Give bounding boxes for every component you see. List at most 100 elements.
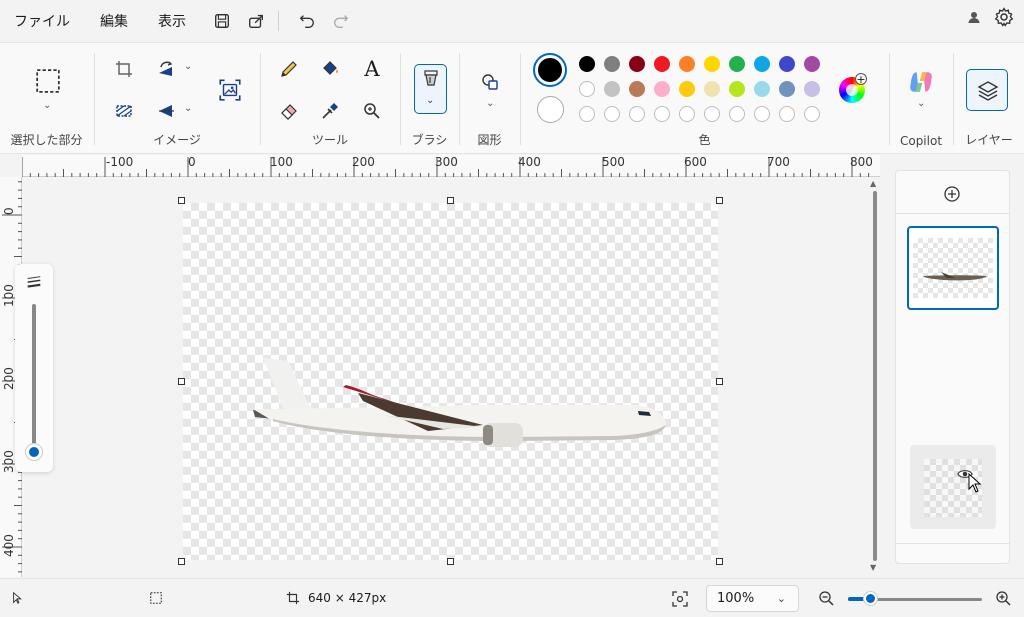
- slider-thumb[interactable]: [26, 444, 42, 460]
- eraser-icon: [281, 104, 297, 120]
- edit-colors-button[interactable]: +: [839, 73, 867, 103]
- secondary-color-button[interactable]: [537, 96, 564, 123]
- settings-icon[interactable]: [994, 7, 1014, 27]
- brush-button[interactable]: ⌄: [414, 64, 447, 114]
- custom-color-slot[interactable]: [654, 106, 670, 122]
- resize-handle-top[interactable]: [447, 197, 454, 204]
- scroll-down-arrow[interactable]: ▼: [870, 563, 876, 572]
- custom-color-slot[interactable]: [754, 106, 770, 122]
- custom-color-slot[interactable]: [579, 106, 595, 122]
- chevron-down-icon[interactable]: ⌄: [43, 100, 51, 111]
- custom-color-slot[interactable]: [804, 106, 820, 122]
- custom-color-slot[interactable]: [729, 106, 745, 122]
- color-swatch[interactable]: [754, 56, 770, 72]
- color-swatch[interactable]: [654, 56, 670, 72]
- resize-handle-left[interactable]: [178, 378, 185, 385]
- copilot-button[interactable]: [906, 67, 936, 97]
- image-creator-button[interactable]: [213, 73, 247, 107]
- custom-color-slot[interactable]: [779, 106, 795, 122]
- color-swatch[interactable]: [579, 56, 595, 72]
- color-swatch[interactable]: [629, 81, 645, 97]
- menu-edit[interactable]: 編集: [100, 11, 128, 31]
- undo-button[interactable]: [293, 7, 321, 35]
- magnifier-icon: [364, 103, 380, 119]
- color-swatch[interactable]: [804, 56, 820, 72]
- color-swatch[interactable]: [629, 56, 645, 72]
- layer-thumbnail-selected[interactable]: [907, 226, 999, 310]
- color-swatch[interactable]: [679, 56, 695, 72]
- chevron-down-icon: ⌄: [426, 95, 435, 106]
- chevron-down-icon[interactable]: ⌄: [917, 98, 925, 109]
- zoom-in-icon[interactable]: [995, 590, 1011, 606]
- fill-button[interactable]: [315, 54, 345, 84]
- custom-color-slot[interactable]: [604, 106, 620, 122]
- save-button[interactable]: [208, 7, 236, 35]
- resize-handle-right[interactable]: [716, 378, 723, 385]
- brush-size-icon: [27, 276, 41, 288]
- image-canvas[interactable]: [183, 203, 718, 560]
- resize-handle-top-left[interactable]: [178, 197, 185, 204]
- scroll-up-arrow[interactable]: ▲: [870, 179, 876, 188]
- color-swatch[interactable]: [704, 81, 720, 97]
- flip-button[interactable]: [151, 96, 181, 126]
- resize-handle-top-right[interactable]: [716, 197, 723, 204]
- vertical-scrollbar[interactable]: ▲ ▼: [870, 177, 880, 577]
- resize-handle-bottom[interactable]: [447, 558, 454, 565]
- background-layer-thumbnail[interactable]: [910, 445, 996, 529]
- magnifier-button[interactable]: [357, 96, 387, 126]
- color-swatch[interactable]: [679, 81, 695, 97]
- resize-handle-bottom-right[interactable]: [716, 558, 723, 565]
- resize-button[interactable]: [109, 96, 139, 126]
- paint-bucket-icon: [323, 61, 338, 75]
- ruler-label: 300: [435, 155, 458, 169]
- color-swatch[interactable]: [804, 81, 820, 97]
- chevron-down-icon[interactable]: ⌄: [486, 98, 494, 109]
- color-swatch[interactable]: [654, 81, 670, 97]
- color-swatch[interactable]: [729, 81, 745, 97]
- fit-to-window-icon[interactable]: [672, 591, 688, 607]
- color-swatch[interactable]: [604, 56, 620, 72]
- eraser-button[interactable]: [274, 96, 304, 126]
- color-swatch[interactable]: [754, 81, 770, 97]
- resize-icon: [116, 105, 132, 117]
- text-button[interactable]: A: [357, 54, 387, 84]
- custom-color-slot[interactable]: [629, 106, 645, 122]
- brush-size-slider[interactable]: [15, 264, 53, 472]
- ruler-label: 400: [2, 534, 16, 557]
- chevron-down-icon[interactable]: ⌄: [184, 61, 192, 72]
- copilot-group-label: Copilot: [899, 134, 943, 148]
- image-size-icon: [286, 591, 300, 605]
- color-swatch[interactable]: [604, 81, 620, 97]
- menu-file[interactable]: ファイル: [14, 11, 70, 31]
- menu-view[interactable]: 表示: [158, 11, 186, 31]
- layers-toggle-button[interactable]: [966, 69, 1008, 111]
- zoom-slider-thumb[interactable]: [864, 592, 877, 605]
- pencil-button[interactable]: [274, 54, 304, 84]
- crop-button[interactable]: [109, 54, 139, 84]
- color-swatch[interactable]: [779, 56, 795, 72]
- color-picker-button[interactable]: [315, 96, 345, 126]
- color-swatch[interactable]: [729, 56, 745, 72]
- layers-group: レイヤー: [954, 43, 1024, 155]
- resize-handle-bottom-left[interactable]: [178, 558, 185, 565]
- redo-button[interactable]: [327, 7, 355, 35]
- scrollbar-thumb[interactable]: [873, 191, 877, 561]
- color-swatch[interactable]: [579, 81, 595, 97]
- primary-color-button[interactable]: [533, 53, 567, 87]
- chevron-down-icon[interactable]: ⌄: [184, 103, 192, 114]
- brush-icon: [424, 70, 438, 86]
- select-tool-button[interactable]: [32, 65, 64, 97]
- color-swatch[interactable]: [704, 56, 720, 72]
- zoom-select[interactable]: 100% ⌄: [706, 585, 799, 612]
- custom-color-slot[interactable]: [704, 106, 720, 122]
- rotate-button[interactable]: [151, 54, 181, 84]
- share-button[interactable]: [242, 7, 270, 35]
- custom-color-slot[interactable]: [679, 106, 695, 122]
- account-icon[interactable]: [966, 9, 982, 25]
- airplane-image: [253, 358, 667, 447]
- color-swatch[interactable]: [779, 81, 795, 97]
- add-layer-button[interactable]: [943, 185, 961, 203]
- ribbon: ⌄ 選択した部分 ⌄ ⌄ イメージ A ツール ⌄ ブラシ ⌄ 図形 + 色 ⌄…: [0, 42, 1024, 154]
- shapes-button[interactable]: [475, 67, 505, 97]
- zoom-out-icon[interactable]: [818, 590, 834, 606]
